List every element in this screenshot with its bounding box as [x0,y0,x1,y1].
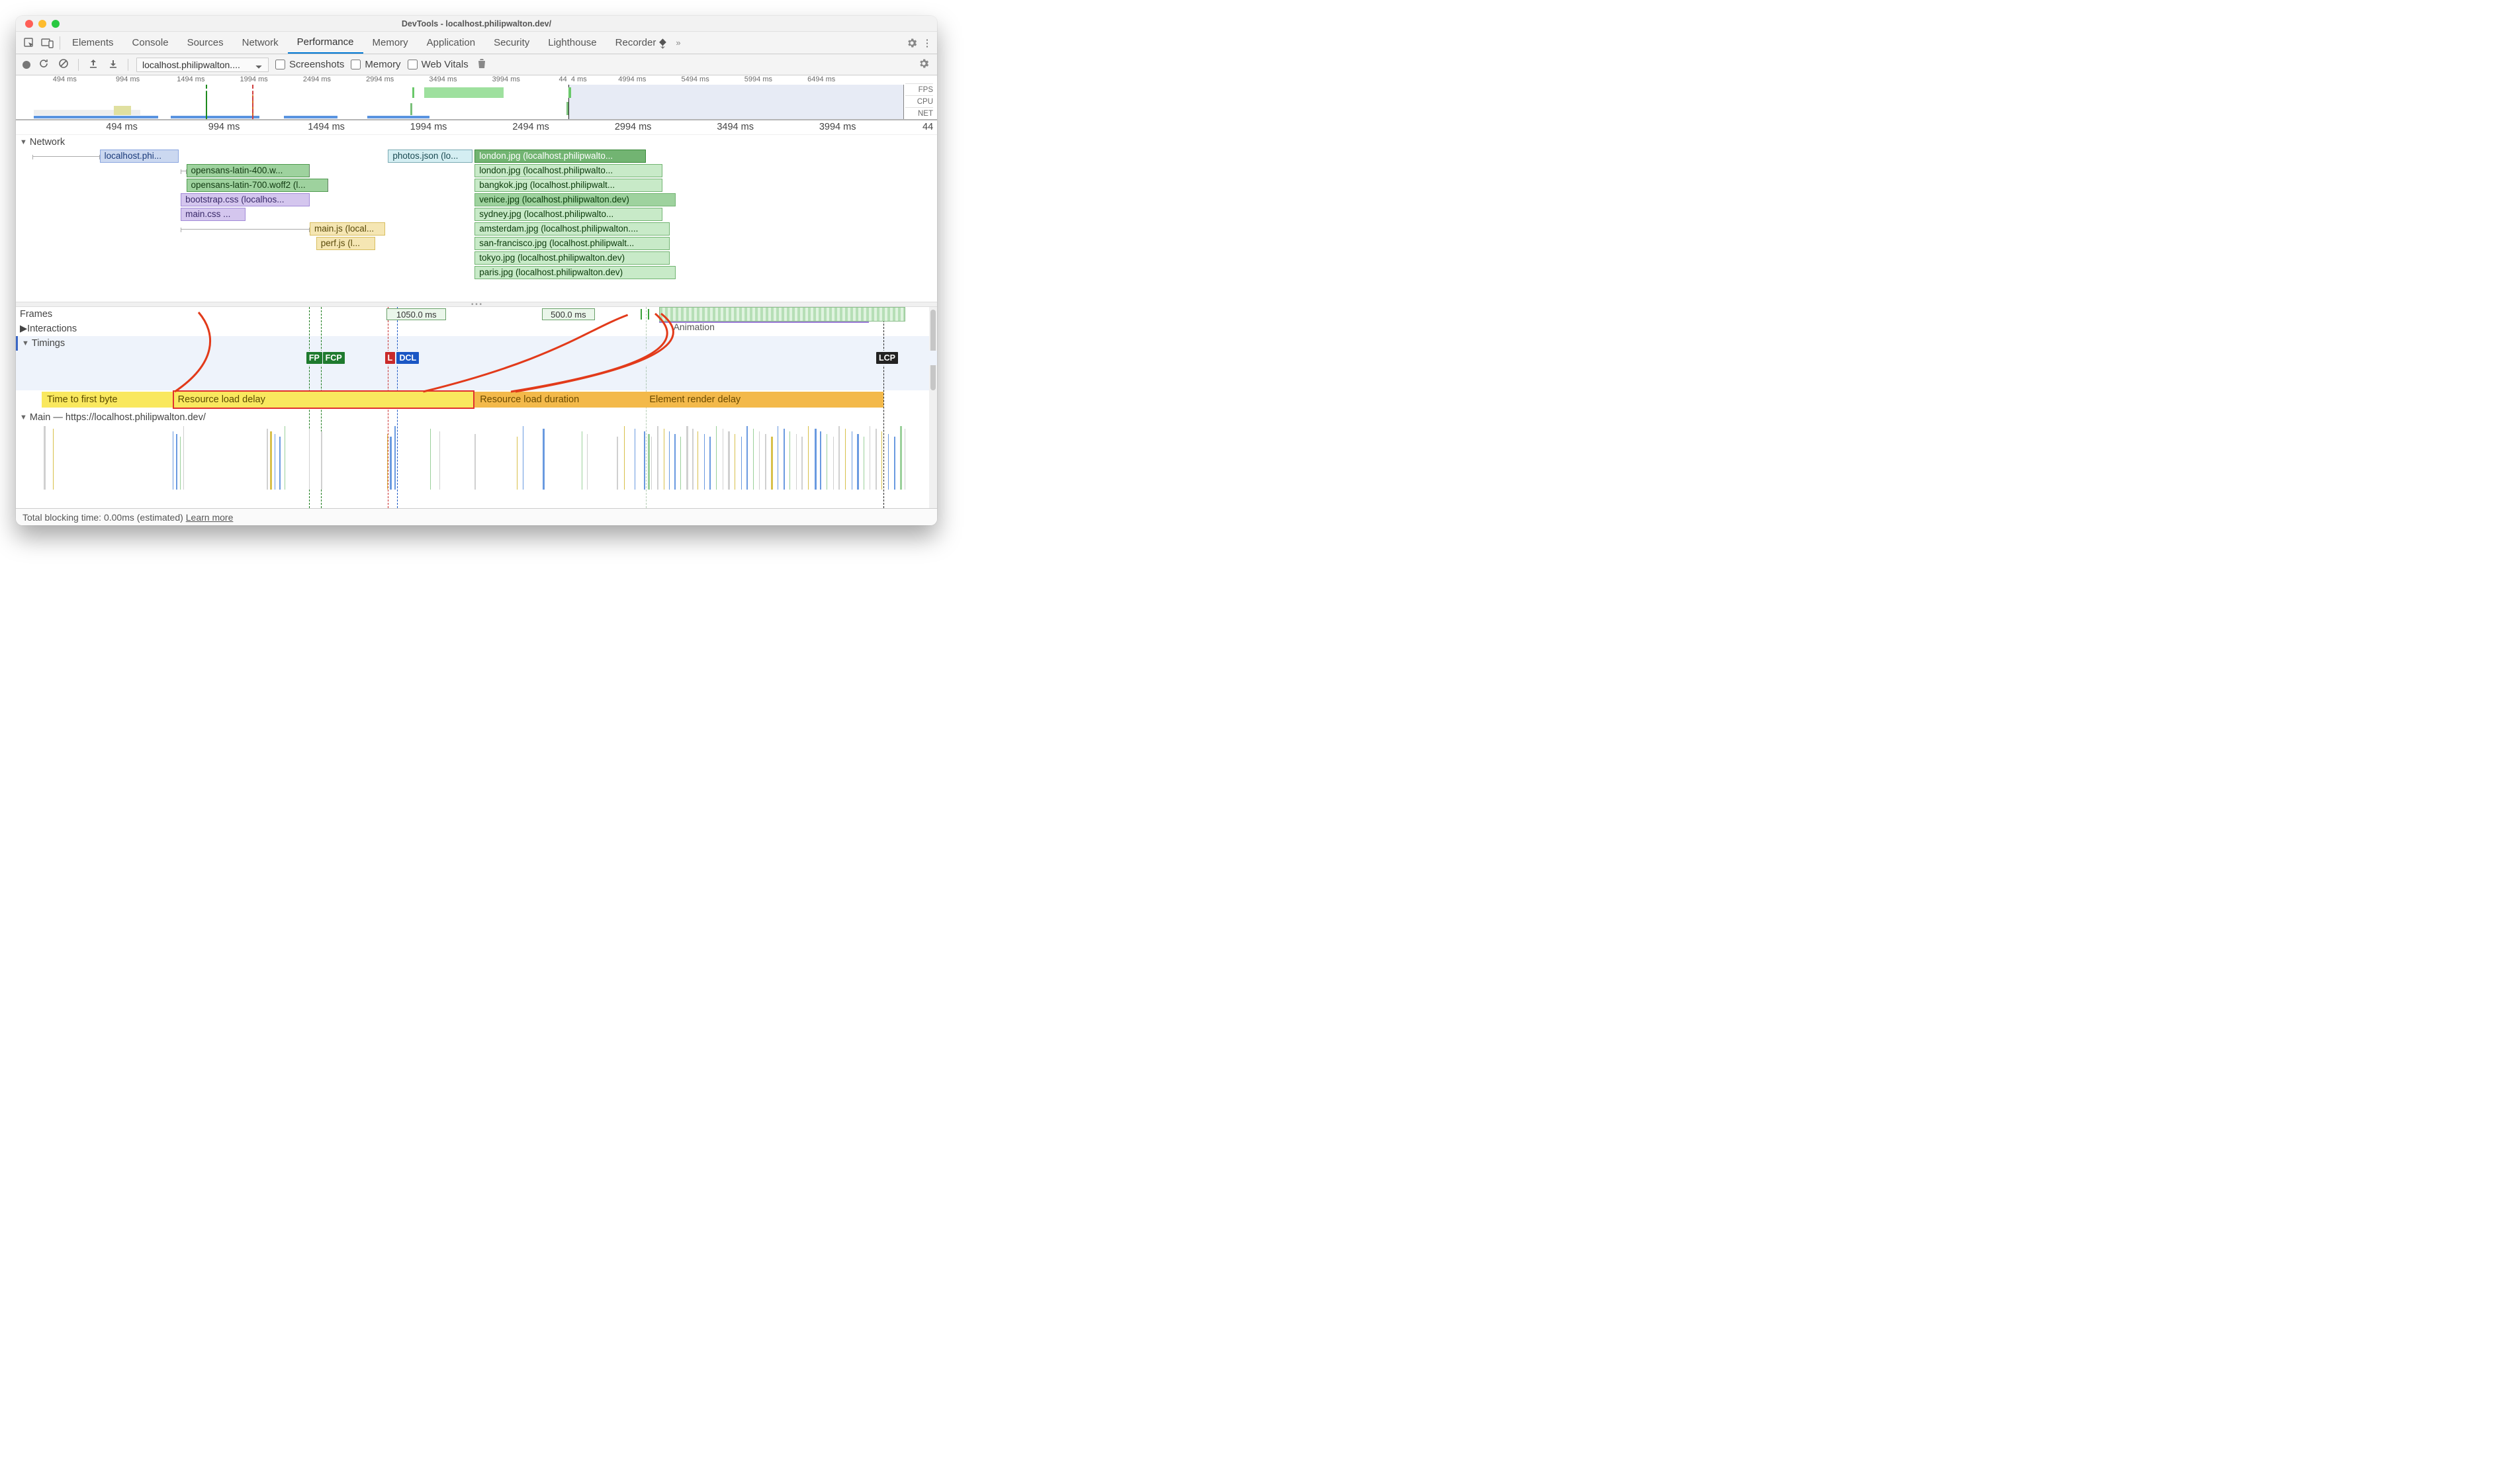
net-image: amsterdam.jpg (localhost.philipwalton...… [474,222,670,236]
net-css: main.css ... [181,208,245,221]
flame-chart[interactable]: [3,4,17,17.4,17.8,18.2,27.2,27.6,28.1,28… [16,425,937,490]
animation-label: Animation [674,322,715,332]
net-image: london.jpg (localhost.philipwalto... [474,164,662,177]
download-icon[interactable] [107,59,120,71]
marker-lcp: LCP [876,352,898,364]
net-image: venice.jpg (localhost.philipwalton.dev) [474,193,675,206]
clear-icon[interactable] [57,58,70,71]
lower-pane: Frames 1050.0 ms 500.0 ms ▶ Interactions… [16,307,937,508]
phase-render-delay: Element render delay [644,392,883,408]
phase-resource-delay: Resource load delay [173,392,475,408]
net-js: perf.js (l... [316,237,375,250]
memory-checkbox[interactable]: Memory [351,59,400,70]
marker-fcp: FCP [323,352,345,364]
tab-sources[interactable]: Sources [178,32,233,54]
minimize-icon[interactable] [38,20,46,28]
tab-lighthouse[interactable]: Lighthouse [539,32,606,54]
net-image: bangkok.jpg (localhost.philipwalt... [474,179,662,192]
footer-status: Total blocking time: 0.00ms (estimated) … [16,508,937,525]
lane-interactions[interactable]: ▶ Interactions Animation [16,322,937,336]
kebab-icon[interactable]: ⋮ [921,34,933,52]
more-tabs-icon[interactable]: » [676,38,680,48]
window-titlebar[interactable]: DevTools - localhost.philipwalton.dev/ [16,16,937,32]
record-icon[interactable] [22,61,30,69]
trash-icon[interactable] [475,58,488,71]
status-text: Total blocking time: 0.00ms (estimated) [22,512,183,523]
close-icon[interactable] [25,20,33,28]
overview-metric-labels: FPS CPU NET [905,83,937,119]
net-image: london.jpg (localhost.philipwalto... [474,150,646,163]
net-js: main.js (local... [310,222,385,236]
reload-icon[interactable] [37,58,50,71]
lane-lcp-phases[interactable]: Time to first byte Resource load delay R… [16,390,937,409]
overview-pane[interactable]: 494 ms 994 ms 1494 ms 1994 ms 2494 ms 29… [16,75,937,120]
net-font: opensans-latin-700.woff2 (l... [187,179,328,192]
gear-icon[interactable] [903,34,921,52]
animation-bar [659,307,906,322]
tab-console[interactable]: Console [123,32,178,54]
tab-elements[interactable]: Elements [63,32,123,54]
section-network[interactable]: Network [16,135,937,150]
tab-memory[interactable]: Memory [363,32,418,54]
traffic-lights [16,20,60,28]
tab-recorder[interactable]: Recorder ⧪ [606,32,676,54]
tab-network[interactable]: Network [233,32,288,54]
zoom-icon[interactable] [52,20,60,28]
marker-dcl: DCL [396,352,419,364]
web-vitals-checkbox[interactable]: Web Vitals [408,59,469,70]
panel-gear-icon[interactable] [917,58,930,72]
window-title: DevTools - localhost.philipwalton.dev/ [16,19,937,28]
overview-ruler: 494 ms 994 ms 1494 ms 1994 ms 2494 ms 29… [16,75,904,85]
timeline-pane: 494 ms 994 ms 1494 ms 1994 ms 2494 ms 29… [16,120,937,508]
net-image: san-francisco.jpg (localhost.philipwalt.… [474,237,670,250]
inspect-icon[interactable] [20,34,38,52]
lane-timings[interactable]: FP FCP L DCL LCP [16,351,937,365]
net-font: opensans-latin-400.w... [187,164,310,177]
phase-resource-duration: Resource load duration [474,392,644,408]
net-image: paris.jpg (localhost.philipwalton.dev) [474,266,675,279]
screenshots-checkbox[interactable]: Screenshots [275,59,344,70]
net-css: bootstrap.css (localhos... [181,193,310,206]
marker-fp: FP [306,352,322,364]
recording-select[interactable]: localhost.philipwalton.... [136,58,269,72]
section-timings[interactable]: Timings [16,336,937,351]
net-image: sydney.jpg (localhost.philipwalto... [474,208,662,221]
lane-frames[interactable]: Frames 1050.0 ms 500.0 ms [16,307,937,322]
device-toggle-icon[interactable] [38,34,57,52]
marker-l: L [385,352,396,364]
tab-application[interactable]: Application [418,32,484,54]
pane-splitter[interactable]: • • • [16,302,937,307]
phase-ttfb: Time to first byte [42,392,173,408]
section-main[interactable]: Main — https://localhost.philipwalton.de… [16,410,937,425]
upload-icon[interactable] [87,59,100,71]
tab-performance[interactable]: Performance [288,32,363,54]
frame-idle: 1050.0 ms [386,308,446,320]
learn-more-link[interactable]: Learn more [186,512,234,523]
net-document: localhost.phi... [100,150,179,163]
net-xhr: photos.json (lo... [388,150,472,163]
network-lane[interactable]: localhost.phi... photos.json (lo... lond… [16,150,937,302]
devtools-window: DevTools - localhost.philipwalton.dev/ E… [16,16,937,525]
panel-tab-strip: Elements Console Sources Network Perform… [16,32,937,54]
net-image: tokyo.jpg (localhost.philipwalton.dev) [474,251,670,265]
performance-toolbar: localhost.philipwalton.... Screenshots M… [16,54,937,75]
tab-security[interactable]: Security [484,32,539,54]
frame-idle: 500.0 ms [542,308,595,320]
overview-chart[interactable] [16,85,904,119]
timeline-ruler[interactable]: 494 ms 994 ms 1494 ms 1994 ms 2494 ms 29… [16,120,937,135]
